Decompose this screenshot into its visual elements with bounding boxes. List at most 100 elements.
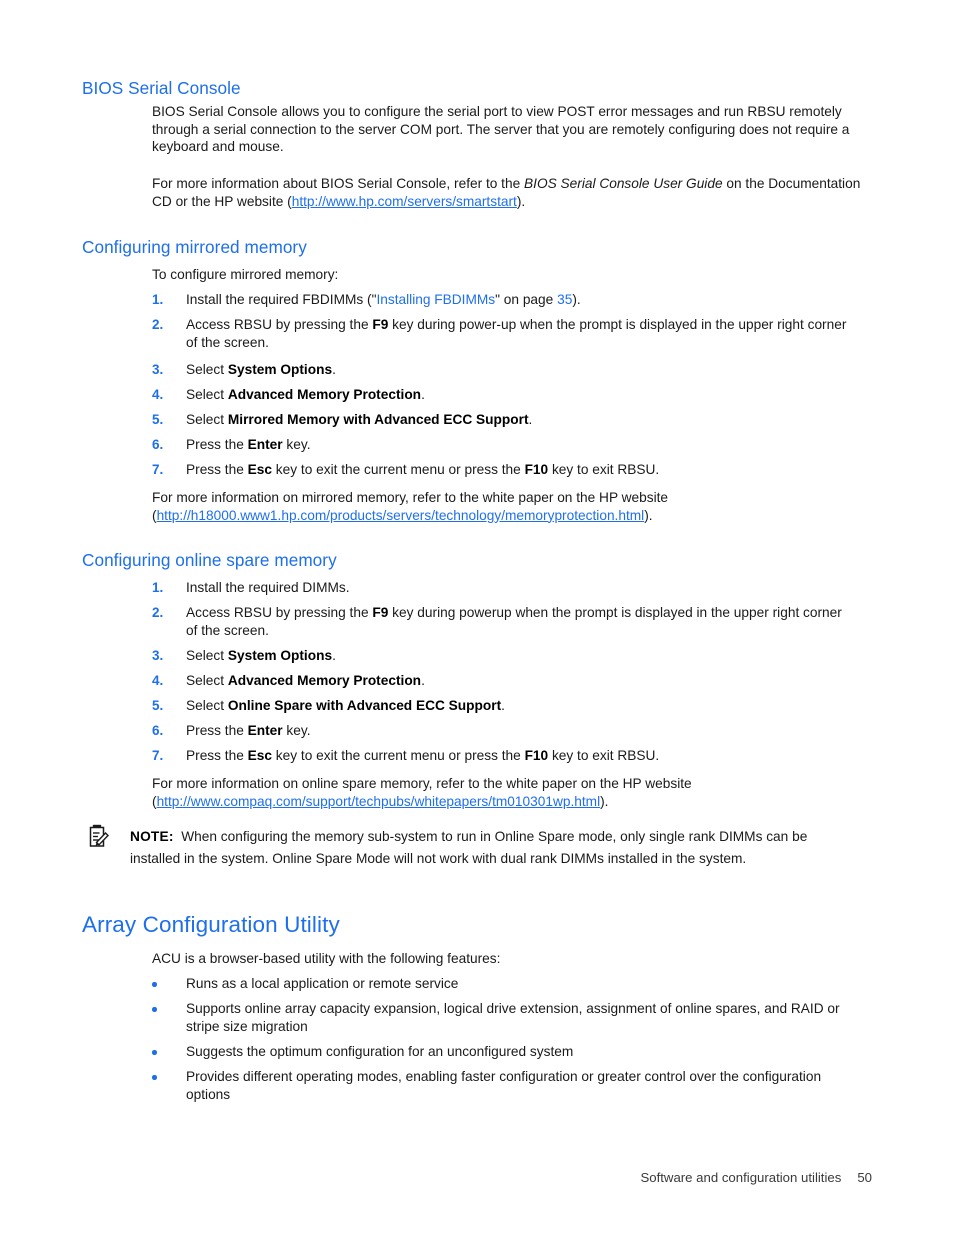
key-label: F9	[372, 317, 389, 332]
text-fragment: Select	[186, 648, 228, 663]
list-item-text: Select Online Spare with Advanced ECC Su…	[186, 697, 874, 715]
list-number: 6.	[152, 437, 164, 452]
note-clipboard-pencil-icon	[88, 824, 110, 848]
key-label: F10	[524, 748, 549, 763]
text-fragment: Select	[186, 673, 228, 688]
text-fragment: ).	[644, 507, 653, 523]
link-memoryprotection[interactable]: http://h18000.www1.hp.com/products/serve…	[157, 508, 645, 523]
list-item-text: Select System Options.	[186, 361, 874, 379]
list-number: 2.	[152, 317, 164, 332]
paragraph-mirrored-intro: To configure mirrored memory:	[152, 267, 339, 282]
heading-bios-serial-console: BIOS Serial Console	[82, 78, 241, 98]
text-fragment: .	[501, 698, 505, 713]
link-smartstart[interactable]: http://www.hp.com/servers/smartstart	[292, 194, 517, 209]
note-callout: NOTE: When configuring the memory sub-sy…	[130, 826, 842, 869]
text-fragment: .	[332, 648, 336, 663]
menu-label: System Options	[227, 362, 333, 377]
bullet-icon	[152, 1050, 157, 1055]
text-fragment: Select	[186, 412, 228, 427]
page-footer: Software and configuration utilities 50	[640, 1170, 872, 1185]
text-fragment: Press the	[186, 437, 248, 452]
text-fragment: ).	[572, 292, 581, 307]
list-number: 3.	[152, 648, 164, 663]
text-fragment: .	[528, 412, 533, 427]
text-fragment: key.	[282, 437, 311, 452]
text-fragment: key to exit RBSU.	[548, 462, 660, 477]
list-item-text: Press the Enter key.	[186, 436, 874, 454]
paragraph-online-spare-closing: For more information on online spare mem…	[152, 775, 874, 810]
bullet-icon	[152, 982, 157, 987]
text-fragment: .	[421, 673, 425, 688]
list-item-text: Press the Enter key.	[186, 722, 874, 740]
list-item-text: Press the Esc key to exit the current me…	[186, 461, 874, 479]
bullet-icon	[152, 1075, 157, 1080]
bullet-text: Runs as a local application or remote se…	[186, 976, 459, 991]
heading-array-configuration-utility: Array Configuration Utility	[82, 912, 340, 937]
bullet-text: Supports online array capacity expansion…	[186, 1001, 840, 1034]
heading-configuring-mirrored-memory: Configuring mirrored memory	[82, 237, 307, 257]
note-label: NOTE:	[130, 829, 174, 844]
bullet-icon	[152, 1007, 157, 1012]
list-number: 5.	[152, 698, 164, 713]
list-item-text: Press the Esc key to exit the current me…	[186, 747, 874, 765]
text-fragment: For more information about BIOS Serial C…	[152, 176, 525, 191]
heading-configuring-online-spare-memory: Configuring online spare memory	[82, 550, 337, 570]
text-fragment: .	[421, 387, 425, 402]
paragraph-mirrored-closing: For more information on mirrored memory,…	[152, 489, 874, 524]
list-item-text: Select Advanced Memory Protection.	[186, 672, 874, 690]
list-number: 4.	[152, 673, 164, 688]
paragraph-bios-serial-console-moreinfo: For more information about BIOS Serial C…	[152, 175, 874, 210]
text-fragment: " on page	[495, 292, 558, 307]
link-compaq-whitepaper-text[interactable]: http://www.compaq.com/support/techpubs/w…	[157, 794, 601, 809]
list-number: 4.	[152, 387, 164, 402]
list-number: 5.	[152, 412, 164, 427]
text-fragment: key to exit RBSU.	[548, 748, 660, 763]
key-label: Enter	[247, 723, 283, 738]
note-text: When configuring the memory sub-system t…	[130, 829, 808, 866]
menu-label: Advanced Memory Protection	[227, 673, 422, 688]
menu-label: Advanced Memory Protection	[227, 387, 422, 402]
footer-chapter-title: Software and configuration utilities	[640, 1170, 842, 1185]
key-label: Enter	[247, 437, 283, 452]
bullet-text: Provides different operating modes, enab…	[186, 1069, 822, 1102]
list-number: 1.	[152, 580, 164, 595]
xref-installing-fbdimms[interactable]: Installing FBDIMMs	[376, 292, 495, 307]
text-fragment: Select	[186, 362, 228, 377]
bullet-text: Suggests the optimum configuration for a…	[186, 1044, 574, 1059]
text-fragment: Select	[186, 387, 228, 402]
xref-page-number[interactable]: 35	[557, 292, 572, 307]
text-fragment: ).	[516, 193, 526, 209]
list-item-text: Access RBSU by pressing the F9 key durin…	[186, 604, 854, 639]
text-fragment: Install the required FBDIMMs ("	[186, 292, 377, 307]
list-item-text: Access RBSU by pressing the F9 key durin…	[186, 316, 858, 351]
text-fragment: For more information on online spare mem…	[152, 776, 692, 791]
text-fragment: Press the	[186, 462, 248, 477]
guide-title: BIOS Serial Console User Guide	[524, 176, 723, 191]
paragraph-bios-serial-console-intro: BIOS Serial Console allows you to config…	[152, 104, 850, 155]
text-fragment: key to exit the current menu or press th…	[271, 462, 525, 477]
list-number: 2.	[152, 605, 164, 620]
document-page: BIOS Serial Console BIOS Serial Console …	[0, 0, 954, 1235]
text-fragment: Access RBSU by pressing the	[186, 317, 373, 332]
text-fragment: Access RBSU by pressing the	[186, 605, 373, 620]
link-compaq-whitepaper[interactable]: http://www.compaq.com/support/techpubs/w…	[157, 794, 601, 809]
menu-label: Online Spare with Advanced ECC Support	[227, 698, 502, 713]
list-item-text: Select Mirrored Memory with Advanced ECC…	[186, 411, 874, 429]
list-item-text: Select System Options.	[186, 647, 874, 665]
menu-label: System Options	[227, 648, 333, 663]
key-label: Esc	[247, 462, 272, 477]
text-fragment: Press the	[186, 748, 248, 763]
text-fragment: key to exit the current menu or press th…	[271, 748, 525, 763]
text-fragment: key.	[282, 723, 311, 738]
key-label: F10	[524, 462, 549, 477]
footer-page-number: 50	[857, 1170, 872, 1185]
text-fragment: .	[332, 362, 336, 377]
list-number: 6.	[152, 723, 164, 738]
menu-label: Mirrored Memory with Advanced ECC Suppor…	[227, 412, 529, 427]
text-fragment: For more information on mirrored memory,…	[152, 490, 669, 505]
paragraph-acu-intro: ACU is a browser-based utility with the …	[152, 951, 501, 966]
text-fragment: Select	[186, 698, 228, 713]
list-item-text: Select Advanced Memory Protection.	[186, 386, 874, 404]
list-number: 7.	[152, 748, 164, 763]
list-number: 3.	[152, 362, 164, 377]
